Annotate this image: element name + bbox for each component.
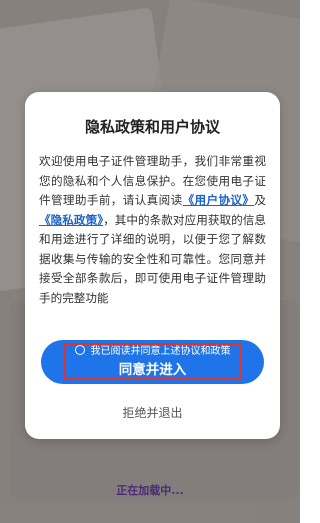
radio-icon[interactable]	[74, 345, 85, 355]
consent-checkbox[interactable]: 我已阅读并同意上述协议和政策	[41, 342, 264, 357]
privacy-policy-link[interactable]: 《隐私政策》	[39, 213, 103, 227]
body-text: 及	[254, 193, 266, 207]
app-screen: 隐私政策和用户协议 欢迎使用电子证件管理助手，我们非常重视您的隐私和个人信息保护…	[0, 0, 300, 523]
dialog-body: 欢迎使用电子证件管理助手，我们非常重视您的隐私和个人信息保护。在您使用电子证件管…	[39, 152, 266, 308]
privacy-dialog: 隐私政策和用户协议 欢迎使用电子证件管理助手，我们非常重视您的隐私和个人信息保护…	[25, 92, 280, 439]
loading-text: 正在加载中...	[116, 484, 184, 497]
user-agreement-link[interactable]: 《用户协议》	[183, 193, 255, 207]
dialog-title: 隐私政策和用户协议	[84, 118, 220, 136]
decline-button[interactable]: 拒绝并退出	[25, 404, 280, 421]
consent-checkbox-label: 我已阅读并同意上述协议和政策	[90, 346, 231, 357]
agree-button[interactable]: 我已阅读并同意上述协议和政策 同意并进入	[41, 340, 264, 384]
agree-button-label: 同意并进入	[118, 362, 187, 378]
